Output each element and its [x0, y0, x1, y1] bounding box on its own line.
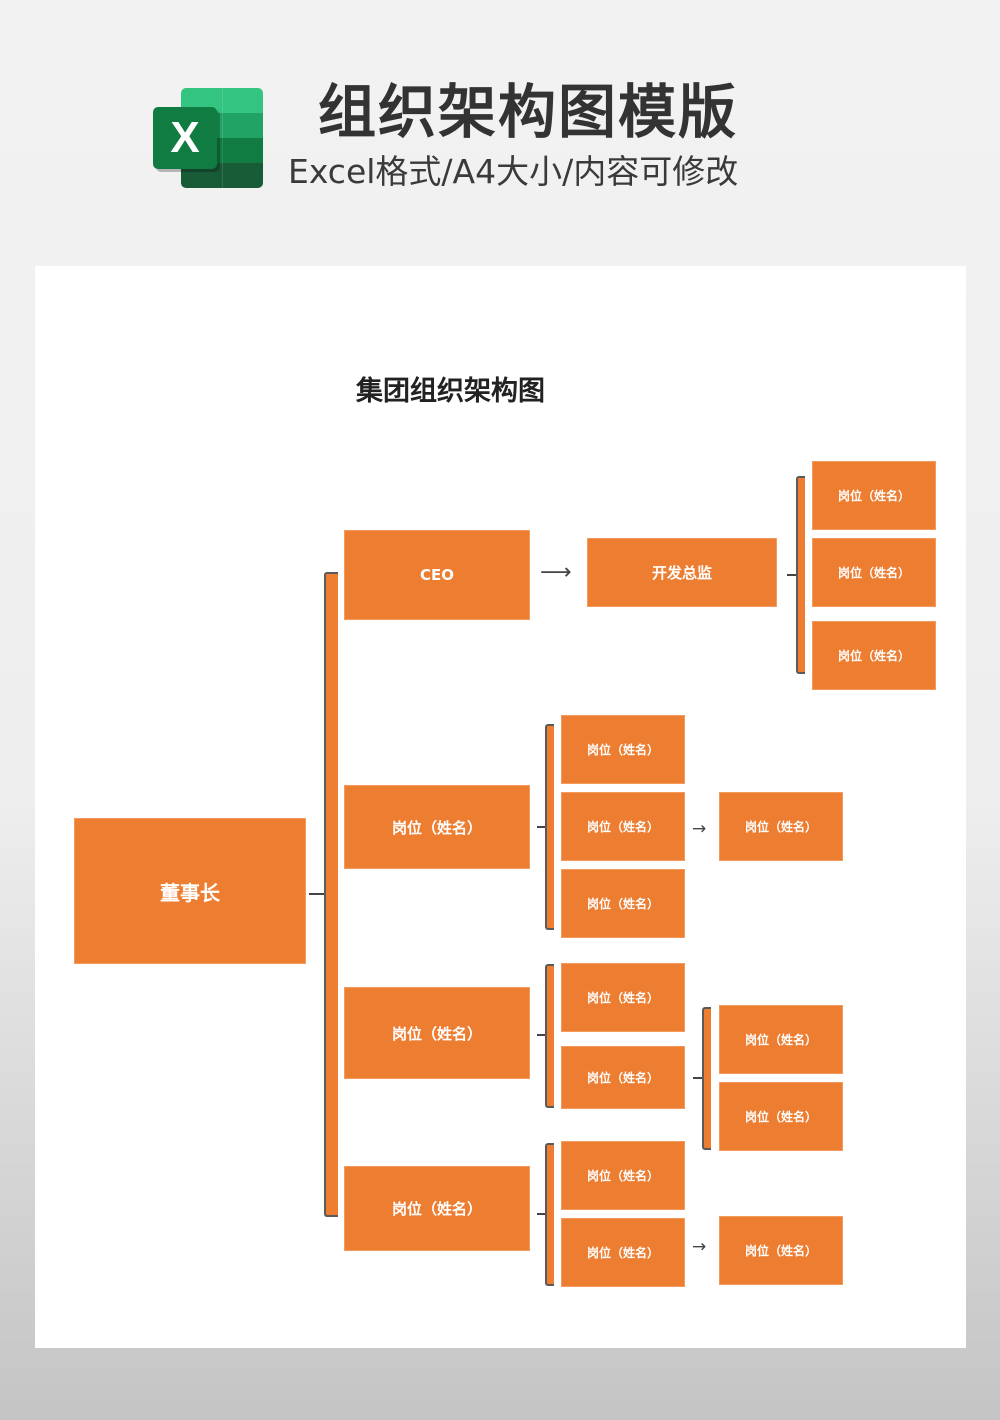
node-position[interactable]: 岗位（姓名） [719, 1216, 843, 1285]
node-position[interactable]: 岗位（姓名） [561, 1141, 685, 1210]
bracket-branch3 [545, 964, 554, 1108]
node-ceo[interactable]: CEO [344, 530, 530, 620]
node-position[interactable]: 岗位（姓名） [719, 1005, 843, 1074]
bracket-branch2 [545, 724, 554, 930]
bracket-level1 [324, 572, 338, 1217]
bracket-branch4 [545, 1143, 554, 1286]
node-position[interactable]: 岗位（姓名） [561, 1218, 685, 1287]
node-dev-director[interactable]: 开发总监 [587, 538, 777, 607]
arrow-right-icon: ⟶ [540, 560, 572, 585]
hero-subtitle: Excel格式/A4大小/内容可修改 [288, 152, 739, 191]
node-position[interactable]: 岗位（姓名） [812, 461, 936, 530]
arrow-right-icon: → [692, 819, 707, 839]
node-position[interactable]: 岗位（姓名） [561, 963, 685, 1032]
node-position[interactable]: 岗位（姓名） [561, 792, 685, 861]
node-position[interactable]: 岗位（姓名） [561, 1046, 685, 1109]
node-position[interactable]: 岗位（姓名） [719, 792, 843, 861]
node-position[interactable]: 岗位（姓名） [344, 1166, 530, 1251]
excel-x-badge: X [153, 107, 217, 169]
node-position[interactable]: 岗位（姓名） [561, 869, 685, 938]
bracket-branch3-sub [702, 1007, 711, 1150]
node-position[interactable]: 岗位（姓名） [719, 1082, 843, 1151]
arrow-right-icon: → [692, 1237, 707, 1257]
hero-title: 组织架构图模版 [318, 78, 739, 146]
excel-logo-icon: X [153, 88, 265, 188]
node-position[interactable]: 岗位（姓名） [344, 785, 530, 869]
node-position[interactable]: 岗位（姓名） [812, 538, 936, 607]
chart-title: 集团组织架构图 [356, 376, 545, 407]
node-position[interactable]: 岗位（姓名） [344, 987, 530, 1079]
node-position[interactable]: 岗位（姓名） [812, 621, 936, 690]
connector-root [309, 893, 325, 895]
node-chairman[interactable]: 董事长 [74, 818, 306, 964]
node-position[interactable]: 岗位（姓名） [561, 715, 685, 784]
bracket-dev-team [796, 476, 805, 674]
